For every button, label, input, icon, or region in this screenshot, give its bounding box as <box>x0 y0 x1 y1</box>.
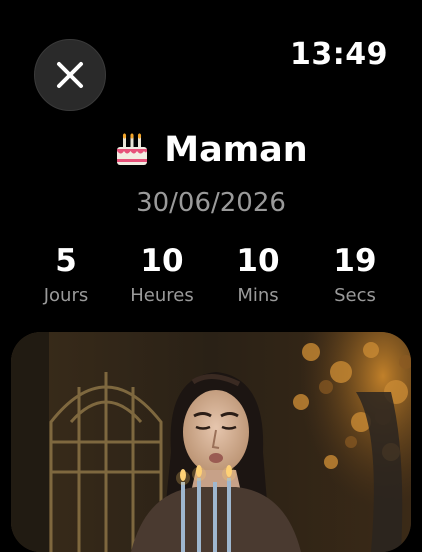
countdown-label: Jours <box>43 285 89 306</box>
countdown-label: Secs <box>334 285 376 306</box>
birthday-cake-icon <box>117 133 148 165</box>
countdown-minutes: 10 Mins <box>213 243 303 306</box>
countdown-value: 5 <box>55 243 77 279</box>
event-date: 30/06/2026 <box>136 188 286 218</box>
clock-time: 13:49 <box>290 37 388 72</box>
close-icon <box>57 62 83 88</box>
countdown-seconds: 19 Secs <box>310 243 400 306</box>
countdown: 5 Jours 10 Heures 10 Mins 19 Secs <box>0 243 422 313</box>
event-title: Maman <box>164 130 308 170</box>
countdown-label: Mins <box>237 285 279 306</box>
event-photo[interactable] <box>11 332 411 552</box>
countdown-value: 10 <box>236 243 280 279</box>
birthday-photo-image <box>11 332 411 552</box>
countdown-label: Heures <box>130 285 194 306</box>
countdown-value: 19 <box>333 243 377 279</box>
countdown-value: 10 <box>140 243 184 279</box>
countdown-days: 5 Jours <box>21 243 111 306</box>
countdown-hours: 10 Heures <box>117 243 207 306</box>
event-header: Maman <box>0 130 422 170</box>
close-button[interactable] <box>34 39 106 111</box>
